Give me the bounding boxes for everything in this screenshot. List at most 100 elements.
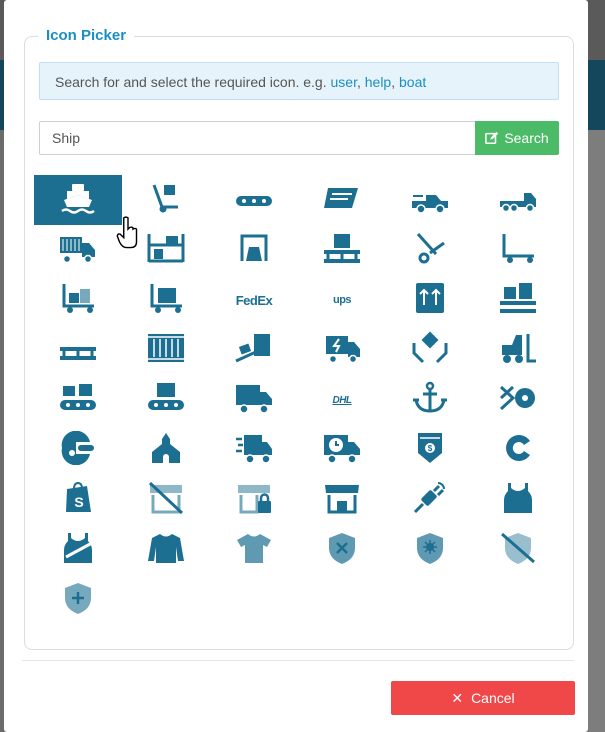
icon-option[interactable] bbox=[34, 225, 122, 275]
loading-dock-icon bbox=[234, 231, 274, 270]
hint-example-boat[interactable]: boat bbox=[399, 74, 426, 90]
store-slash-icon bbox=[146, 481, 186, 520]
shield-plus-icon bbox=[58, 581, 98, 620]
icon-option[interactable] bbox=[210, 375, 298, 425]
icon-option[interactable] bbox=[122, 525, 210, 575]
icon-option[interactable] bbox=[474, 525, 562, 575]
icon-option[interactable] bbox=[34, 275, 122, 325]
dolly-flatbed-alt-icon bbox=[58, 281, 98, 320]
dhl-icon: DHL bbox=[332, 394, 352, 406]
icon-option[interactable] bbox=[298, 525, 386, 575]
icon-option[interactable] bbox=[474, 475, 562, 525]
icon-option[interactable] bbox=[298, 325, 386, 375]
search-button[interactable]: Search bbox=[475, 121, 559, 155]
icon-option[interactable] bbox=[34, 575, 122, 625]
search-input[interactable] bbox=[39, 121, 475, 155]
icon-option[interactable] bbox=[386, 175, 474, 225]
icon-option[interactable] bbox=[386, 225, 474, 275]
icon-option[interactable] bbox=[386, 475, 474, 525]
icon-option[interactable] bbox=[386, 525, 474, 575]
anchor-icon bbox=[410, 381, 450, 420]
icon-option[interactable]: ups bbox=[298, 275, 386, 325]
dolly-box-icon bbox=[146, 281, 186, 320]
fedex-icon: FedEx bbox=[235, 292, 273, 308]
this-side-up-icon bbox=[410, 281, 450, 320]
shopify-icon: S bbox=[58, 481, 98, 520]
pallet-box-icon bbox=[322, 231, 362, 270]
ship-icon bbox=[58, 181, 98, 220]
icon-option[interactable] bbox=[474, 375, 562, 425]
icon-option[interactable] bbox=[298, 475, 386, 525]
footer-divider bbox=[22, 660, 574, 661]
icon-option[interactable] bbox=[474, 325, 562, 375]
icon-grid: FedEx ups DHL $ S bbox=[34, 175, 564, 625]
icon-option[interactable]: FedEx bbox=[210, 275, 298, 325]
church-icon bbox=[146, 431, 186, 470]
icon-option[interactable] bbox=[210, 525, 298, 575]
icon-option[interactable] bbox=[122, 275, 210, 325]
cancel-button[interactable]: ✕ Cancel bbox=[391, 681, 575, 715]
icon-option[interactable] bbox=[34, 325, 122, 375]
icon-option[interactable] bbox=[122, 375, 210, 425]
pallet-boxes-icon bbox=[498, 281, 538, 320]
hint-example-help[interactable]: help bbox=[365, 74, 391, 90]
dolly-flatbed-icon bbox=[498, 231, 538, 270]
hands-holding-box-icon bbox=[410, 331, 450, 370]
icon-option[interactable] bbox=[122, 175, 210, 225]
conveyor-box-icon bbox=[146, 381, 186, 420]
close-icon: ✕ bbox=[451, 689, 464, 706]
icon-option[interactable] bbox=[474, 225, 562, 275]
icon-option[interactable] bbox=[210, 225, 298, 275]
icon-option[interactable] bbox=[122, 225, 210, 275]
icon-option[interactable] bbox=[386, 375, 474, 425]
tank-top-sash-icon bbox=[58, 531, 98, 570]
hand-truck-icon bbox=[410, 231, 450, 270]
icon-option[interactable] bbox=[34, 425, 122, 475]
icon-option[interactable] bbox=[122, 325, 210, 375]
icon-option[interactable] bbox=[298, 225, 386, 275]
icon-option[interactable] bbox=[298, 425, 386, 475]
forklift-icon bbox=[498, 331, 538, 370]
backdrop-side bbox=[588, 130, 605, 732]
icon-option[interactable] bbox=[298, 175, 386, 225]
store-icon bbox=[322, 481, 362, 520]
icon-option[interactable] bbox=[474, 175, 562, 225]
icon-option[interactable] bbox=[474, 275, 562, 325]
icon-option[interactable] bbox=[34, 525, 122, 575]
pallet-icon bbox=[58, 331, 98, 370]
icon-option[interactable] bbox=[386, 275, 474, 325]
store-lock-icon bbox=[234, 481, 274, 520]
ups-icon: ups bbox=[332, 294, 352, 306]
icon-option[interactable] bbox=[34, 375, 122, 425]
edit-icon bbox=[485, 131, 499, 145]
icon-option[interactable] bbox=[210, 425, 298, 475]
container-storage-icon bbox=[146, 331, 186, 370]
dolly-icon bbox=[146, 181, 186, 220]
shipping-badge-icon: $ bbox=[410, 431, 450, 470]
container-truck-icon bbox=[58, 231, 98, 270]
truck-icon bbox=[234, 381, 274, 420]
shipping-fast-icon bbox=[322, 331, 362, 370]
conveyor-boxes-icon bbox=[58, 381, 98, 420]
shield-virus-icon bbox=[410, 531, 450, 570]
cloudflare-like-icon bbox=[498, 431, 538, 470]
icon-option[interactable] bbox=[34, 175, 138, 249]
icon-option[interactable]: $ bbox=[386, 425, 474, 475]
icon-option[interactable] bbox=[210, 325, 298, 375]
shield-slash-icon bbox=[498, 531, 538, 570]
icon-option[interactable] bbox=[122, 475, 210, 525]
svg-text:$: $ bbox=[428, 444, 433, 453]
shipping-help-icon bbox=[58, 430, 98, 470]
icon-option[interactable] bbox=[122, 425, 210, 475]
usps-icon bbox=[322, 181, 362, 220]
truck-pickup-icon bbox=[410, 181, 450, 220]
hint-example-user[interactable]: user bbox=[331, 74, 357, 90]
icon-option[interactable] bbox=[474, 425, 562, 475]
search-hint: Search for and select the required icon.… bbox=[39, 62, 559, 100]
icon-option[interactable] bbox=[386, 325, 474, 375]
icon-option[interactable]: S bbox=[34, 475, 122, 525]
icon-option[interactable]: DHL bbox=[298, 375, 386, 425]
icon-option[interactable] bbox=[210, 175, 298, 225]
search-button-label: Search bbox=[504, 130, 549, 146]
icon-option[interactable] bbox=[210, 475, 298, 525]
